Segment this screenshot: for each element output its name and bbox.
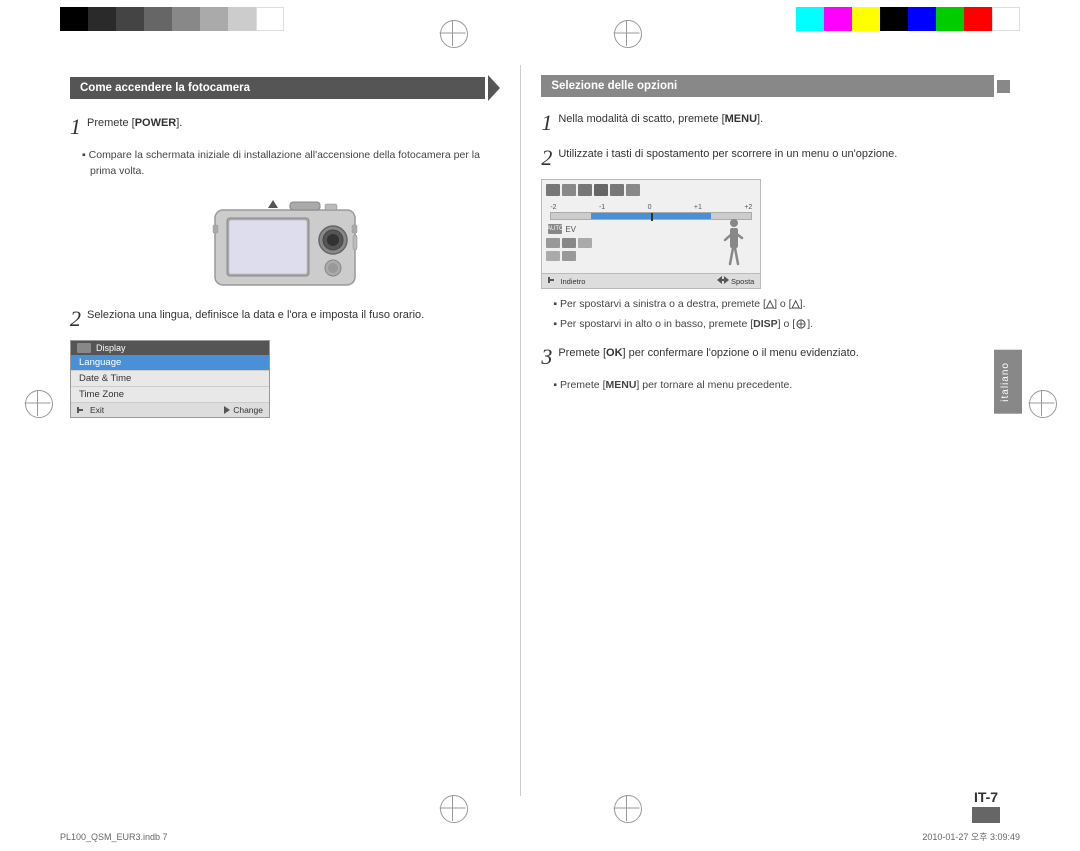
right-step-2-text: 2 Utilizzate i tasti di spostamento per … <box>541 146 1010 169</box>
ev-footer-back: Indietro <box>548 276 585 286</box>
reg-mark-mid-left <box>25 390 51 416</box>
ev-menu-mockup: -2-10+1+2 AUTO EV <box>541 179 761 289</box>
menu-header-label: Display <box>96 343 126 353</box>
camera-illustration <box>205 190 365 295</box>
figure-silhouette-icon <box>720 218 748 270</box>
grayscale-strip <box>60 7 284 31</box>
main-content: Come accendere la fotocamera 1 Premete [… <box>60 55 1020 806</box>
left-step-2-text: 2 Seleziona una lingua, definisce la dat… <box>70 307 500 330</box>
footer: PL100_QSM_EUR3.indb 7 2010-01-27 오후 3:09… <box>0 830 1080 843</box>
left-header-label: Come accendere la fotocamera <box>70 77 485 99</box>
language-sidebar-tab: italiano <box>994 350 1022 414</box>
menu-footer-exit: Exit <box>77 405 104 415</box>
footer-right: 2010-01-27 오후 3:09:49 <box>922 830 1020 843</box>
reg-mark-mid-right <box>1029 390 1055 416</box>
right-section-header: Selezione delle opzioni <box>541 75 1010 97</box>
page-number-box: IT-7 <box>972 789 1000 823</box>
menu-header-icon <box>77 343 91 353</box>
ev-footer-move: Sposta <box>717 276 754 286</box>
page-number-bar <box>972 807 1000 823</box>
left-section-header: Come accendere la fotocamera <box>70 75 500 101</box>
menu-item-language: Language <box>71 355 269 371</box>
right-step-3-text: 3 Premete [OK] per confermare l'opzione … <box>541 345 1010 368</box>
right-step-1: 1 Nella modalità di scatto, premete [MEN… <box>541 111 1010 134</box>
menu-footer: Exit Change <box>71 403 269 417</box>
right-step-3: 3 Premete [OK] per confermare l'opzione … <box>541 345 1010 394</box>
menu-item-timezone: Time Zone <box>71 387 269 403</box>
reg-mark-top-left <box>440 20 466 46</box>
right-step-2: 2 Utilizzate i tasti di spostamento per … <box>541 146 1010 333</box>
left-column: Come accendere la fotocamera 1 Premete [… <box>60 55 520 806</box>
header-triangle-icon <box>488 75 500 101</box>
footer-left: PL100_QSM_EUR3.indb 7 <box>60 832 168 842</box>
right-step-1-text: 1 Nella modalità di scatto, premete [MEN… <box>541 111 1010 134</box>
right-step-2-bullet2: ▪ Per spostarvi in alto o in basso, prem… <box>553 317 1010 333</box>
color-strip <box>796 7 1020 31</box>
right-header-label: Selezione delle opzioni <box>541 75 994 97</box>
page-number: IT-7 <box>974 789 998 805</box>
menu-header: Display <box>71 341 269 355</box>
header-square-icon <box>997 80 1010 93</box>
top-color-bar <box>0 0 1080 38</box>
reg-mark-top-right <box>614 20 640 46</box>
left-step-1: 1 Premete [POWER]. ▪ Compare la schermat… <box>70 115 500 295</box>
menu-mockup: Display Language Date & Time Time Zone E… <box>70 340 270 418</box>
menu-footer-change: Change <box>220 405 263 415</box>
step-2-number: 2 <box>70 308 81 330</box>
menu-item-datetime: Date & Time <box>71 371 269 387</box>
left-step-1-text: 1 Premete [POWER]. <box>70 115 500 138</box>
right-step-3-bullet: ▪ Premete [MENU] per tornare al menu pre… <box>553 378 1010 394</box>
left-step-2: 2 Seleziona una lingua, definisce la dat… <box>70 307 500 418</box>
left-step-1-bullet: ▪ Compare la schermata iniziale di insta… <box>82 148 500 180</box>
right-step-2-bullet1: ▪ Per spostarvi a sinistra o a destra, p… <box>553 297 1010 313</box>
step-1-number: 1 <box>70 116 81 138</box>
right-column: Selezione delle opzioni 1 Nella modalità… <box>521 55 1020 806</box>
